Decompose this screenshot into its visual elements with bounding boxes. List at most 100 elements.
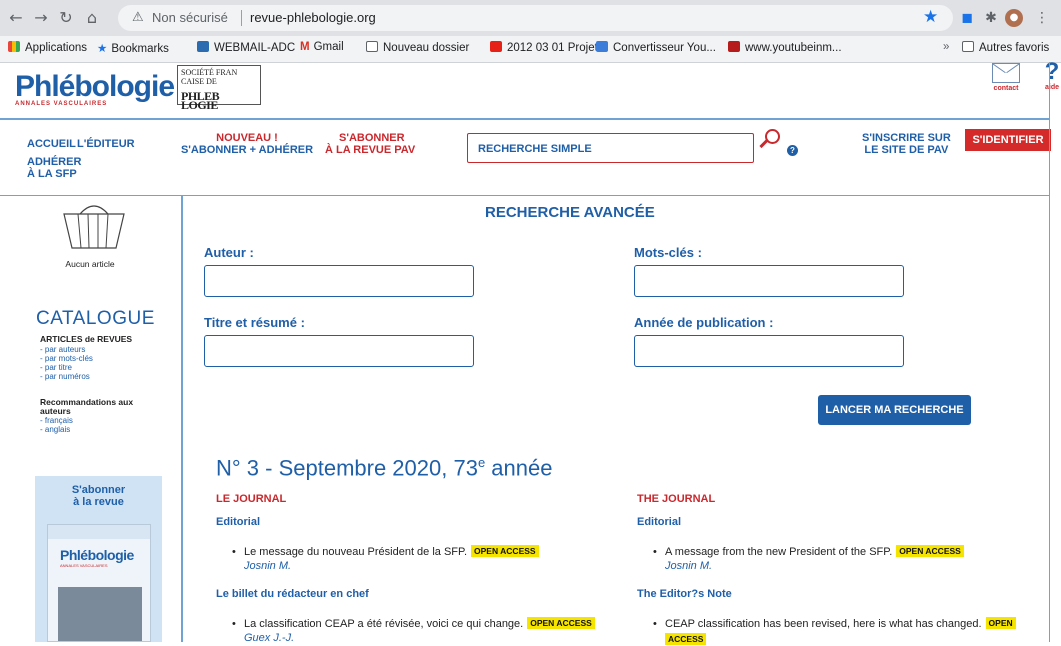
keywords-input[interactable]	[634, 265, 904, 297]
link-par-auteurs[interactable]: - par auteurs	[40, 345, 85, 354]
nav-abonner-adherer[interactable]: NOUVEAU ! S'ABONNER + ADHÉRER	[177, 132, 317, 156]
youtube-icon	[490, 41, 502, 52]
nav-accueil[interactable]: ACCUEIL	[27, 138, 76, 150]
subscribe-box[interactable]: S'abonner à la revue Phlébologie ANNALES…	[35, 476, 162, 642]
omnibox[interactable]: ⚠ Non sécurisé revue-phlebologie.org ★	[118, 5, 953, 31]
journal-cover-image[interactable]: Phlébologie ANNALES VASCULAIRES	[47, 524, 151, 642]
folder-icon	[962, 41, 974, 52]
keywords-label: Mots-clés :	[634, 245, 702, 260]
title-abstract-input[interactable]	[204, 335, 474, 367]
link-par-numeros[interactable]: - par numéros	[40, 372, 90, 381]
bookmark-autres-favoris[interactable]: Autres favoris	[962, 41, 1049, 54]
bookmark-projet[interactable]: 2012 03 01 Projet...	[490, 41, 607, 54]
bookmarks-bar: Applications ★ Bookmarks WEBMAIL-ADC M Gma…	[0, 36, 1061, 63]
search-icon[interactable]	[758, 129, 780, 151]
link-par-titre[interactable]: - par titre	[40, 363, 72, 372]
link-anglais[interactable]: - anglais	[40, 425, 70, 434]
bookmark-youtubeinm[interactable]: www.youtubeinm...	[728, 41, 842, 54]
nav-adherer[interactable]: ADHÉRER À LA SFP	[27, 156, 81, 180]
bookmark-applications[interactable]: Applications	[8, 41, 87, 54]
fr-journal-heading: LE JOURNAL	[216, 493, 287, 505]
bullet: •	[232, 618, 236, 630]
issue-title: N° 3 - Septembre 2020, 73e année	[216, 455, 552, 481]
sfp-logo[interactable]: SOCIÉTÉ FRAN CAISE DE PHLEB LOGIE	[177, 65, 261, 111]
bookmark-label: Autres favoris	[979, 42, 1050, 54]
omnibox-divider	[241, 10, 242, 26]
cover-photo	[58, 587, 142, 641]
search-help-icon[interactable]: ?	[787, 145, 798, 156]
issue-title-main: N° 3 - Septembre 2020, 73	[216, 455, 478, 481]
gmail-icon: M	[300, 41, 310, 53]
converter-icon	[596, 41, 608, 52]
nav-inscrire-line1: S'INSCRIRE SUR	[862, 132, 951, 144]
bookmark-convertisseur[interactable]: Convertisseur You...	[596, 41, 716, 54]
sfp-logo-line1: SOCIÉTÉ FRAN CAISE DE	[181, 68, 238, 86]
extension-icon[interactable]: ◼	[958, 9, 976, 27]
title-abstract-label: Titre et résumé :	[204, 315, 305, 330]
cart-empty-label: Aucun article	[65, 259, 115, 269]
bullet: •	[653, 546, 657, 558]
bookmark-label: Bookmarks	[111, 43, 169, 55]
publication-year-label: Année de publication :	[634, 315, 774, 330]
en-journal-heading: THE JOURNAL	[637, 493, 716, 505]
puzzle-icon[interactable]: ✱	[982, 9, 1000, 27]
open-access-badge: OPEN ACCESS	[471, 545, 539, 557]
launch-search-button[interactable]: LANCER MA RECHERCHE	[818, 395, 971, 425]
bookmark-label: Nouveau dossier	[383, 42, 470, 54]
en-article-1[interactable]: • A message from the new President of the…	[653, 545, 964, 558]
menu-dots-icon[interactable]: ⋮	[1033, 9, 1051, 27]
contact-button[interactable]: contact	[989, 63, 1023, 92]
more-bookmarks-chevron[interactable]: »	[943, 41, 949, 53]
open-access-badge: OPEN	[985, 617, 1016, 629]
author-input[interactable]	[204, 265, 474, 297]
apps-grid-icon	[8, 41, 20, 52]
nav-abonner-revue[interactable]: S'ABONNER À LA REVUE PAV	[325, 132, 425, 156]
en-article-1-author[interactable]: Josnin M.	[665, 560, 712, 572]
profile-avatar-icon[interactable]: ●	[1005, 9, 1023, 27]
link-francais[interactable]: - français	[40, 416, 73, 425]
nav-new-label: NOUVEAU !	[216, 132, 278, 144]
envelope-icon	[992, 63, 1020, 83]
url-text[interactable]: revue-phlebologie.org	[250, 10, 376, 25]
reload-icon[interactable]: ↻	[56, 8, 76, 28]
bookmark-nouveau-dossier[interactable]: Nouveau dossier	[366, 41, 469, 54]
fr-article-1[interactable]: • Le message du nouveau Président de la S…	[232, 545, 539, 558]
fr-article-1-author[interactable]: Josnin M.	[244, 560, 291, 572]
simple-search-input[interactable]: RECHERCHE SIMPLE	[467, 133, 754, 163]
nav-inscrire[interactable]: S'INSCRIRE SUR LE SITE DE PAV	[862, 132, 951, 156]
nav-editeur[interactable]: L'ÉDITEUR	[77, 138, 135, 150]
bookmark-star-icon[interactable]: ★	[923, 7, 938, 27]
link-par-mots-cles[interactable]: - par mots-clés	[40, 354, 93, 363]
fr-article-2[interactable]: • La classification CEAP a été révisée, v…	[232, 617, 595, 630]
forward-arrow-icon[interactable]: →	[31, 8, 51, 28]
en-editor-note-heading: The Editor?s Note	[637, 588, 732, 600]
star-icon: ★	[97, 41, 108, 55]
en-article-2[interactable]: • CEAP classification has been revised, h…	[653, 617, 1016, 630]
publication-year-input[interactable]	[634, 335, 904, 367]
sidebar-divider	[181, 196, 183, 642]
catalogue-title: CATALOGUE	[36, 308, 155, 329]
contact-label: contact	[993, 85, 1019, 92]
bookmark-bookmarks[interactable]: ★ Bookmarks	[97, 41, 169, 55]
fr-article-2-author[interactable]: Guex J.-J.	[244, 632, 294, 644]
back-arrow-icon[interactable]: ←	[6, 8, 26, 28]
bookmark-webmail[interactable]: WEBMAIL-ADC	[197, 41, 295, 54]
main-navigation: ACCUEIL L'ÉDITEUR ADHÉRER À LA SFP NOUVE…	[0, 118, 1061, 196]
shopping-basket-icon[interactable]	[62, 200, 126, 250]
bookmark-gmail[interactable]: M Gmail	[300, 41, 344, 53]
cover-stripe	[48, 525, 150, 539]
en-article-1-title: A message from the new President of the …	[665, 546, 893, 558]
site-logo[interactable]: Phlébologie ANNALES VASCULAIRES	[15, 70, 175, 107]
warning-icon[interactable]: ⚠	[132, 10, 144, 25]
home-icon[interactable]: ⌂	[82, 8, 102, 28]
cover-title: Phlébologie	[60, 547, 134, 563]
author-label: Auteur :	[204, 245, 254, 260]
help-label: aide	[1044, 84, 1059, 91]
help-button[interactable]: ? aide	[1040, 60, 1061, 92]
login-button[interactable]: S'IDENTIFIER	[965, 129, 1051, 151]
nav-abonner-line1: S'ABONNER	[339, 132, 405, 144]
nav-bottom-divider	[0, 195, 1050, 196]
simple-search-placeholder: RECHERCHE SIMPLE	[478, 143, 592, 155]
page-right-border	[1049, 62, 1050, 642]
security-label[interactable]: Non sécurisé	[152, 10, 228, 25]
